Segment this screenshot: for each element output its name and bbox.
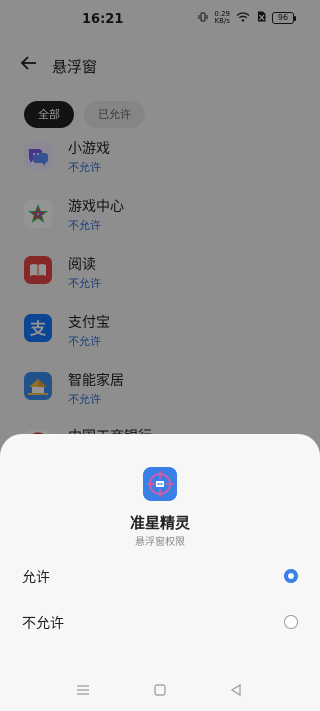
option-allow[interactable]: 允许 [0, 556, 320, 596]
radio-unchecked-icon[interactable] [284, 615, 298, 629]
screen: 16:21 0.29 KB/s 96 悬浮窗 全部 已允许 小游戏 不允许 游戏… [0, 0, 320, 711]
sheet-app-name: 准星精灵 [129, 514, 190, 532]
sheet-subtitle: 悬浮窗权限 [135, 537, 185, 548]
option-allow-label: 允许 [22, 570, 50, 586]
option-deny[interactable]: 不允许 [0, 602, 320, 642]
radio-checked-icon[interactable] [284, 569, 298, 583]
navigation-bar [0, 676, 320, 706]
menu-icon[interactable] [75, 682, 91, 698]
option-deny-label: 不允许 [22, 616, 64, 632]
crosshair-app-icon [143, 467, 177, 501]
home-icon[interactable] [152, 682, 168, 698]
permission-sheet: 准星精灵 悬浮窗权限 允许 不允许 [0, 434, 320, 711]
back-triangle-icon[interactable] [228, 682, 244, 698]
